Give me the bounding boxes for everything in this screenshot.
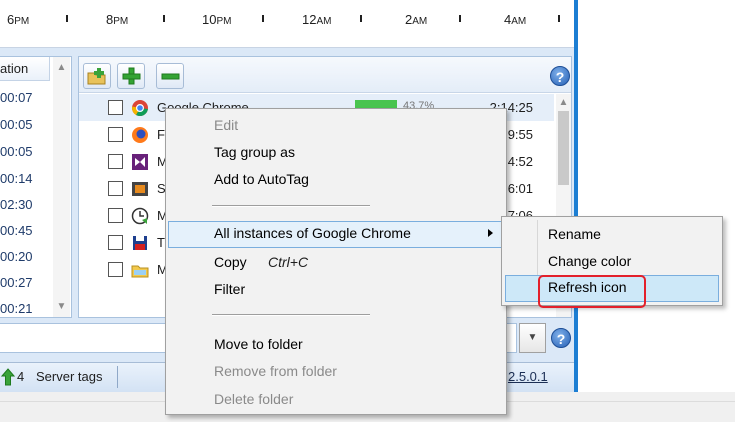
help-icon[interactable]: ?	[551, 328, 571, 348]
folder-add-icon	[87, 68, 106, 85]
menu-item-tag-group-as[interactable]: Tag group as	[168, 140, 504, 167]
menu-item-copy[interactable]: Copy Ctrl+C	[168, 250, 504, 277]
timeline-tick	[262, 15, 264, 22]
menu-item-label: Filter	[214, 281, 246, 297]
list-item[interactable]: 00:14	[0, 171, 50, 186]
timeline-label: 12AM	[302, 12, 332, 27]
app-name: F	[157, 127, 165, 142]
plus-icon	[122, 67, 141, 85]
menu-shortcut: Ctrl+C	[268, 254, 309, 270]
column-header-label: ation	[0, 61, 29, 76]
chrome-icon	[132, 100, 148, 117]
clock-icon	[131, 207, 149, 225]
timeline-tick	[459, 15, 461, 22]
menu-item-label: Add to AutoTag	[214, 171, 309, 187]
list-item[interactable]: 00:45	[0, 223, 50, 238]
row-checkbox[interactable]	[108, 262, 123, 277]
help-icon[interactable]: ?	[550, 66, 570, 86]
submenu-item-rename[interactable]: Rename	[505, 222, 719, 249]
chevron-down-icon: ▼	[527, 332, 538, 343]
folder-icon	[131, 265, 149, 278]
visual-studio-icon	[132, 154, 148, 170]
panel-toolbar: ?	[79, 57, 571, 93]
menu-item-label: Change color	[548, 253, 632, 269]
row-checkbox[interactable]	[108, 235, 123, 250]
menu-item-label: Tag group as	[214, 144, 295, 160]
highlight-annotation	[538, 275, 646, 308]
menu-separator	[212, 314, 370, 316]
divider	[117, 366, 118, 388]
window-border	[574, 0, 578, 392]
firefox-icon	[132, 127, 148, 143]
timeline-label: 4AM	[504, 12, 527, 27]
save-icon	[133, 236, 147, 250]
server-tag-count: 4	[17, 369, 25, 384]
arrow-up-icon	[1, 368, 15, 386]
timeline-tick	[66, 15, 68, 22]
timeline-label: 6PM	[7, 12, 30, 27]
submenu-item-change-color[interactable]: Change color	[505, 249, 719, 276]
app-icon	[132, 182, 148, 196]
list-item[interactable]: 00:05	[0, 144, 50, 159]
minus-icon	[161, 73, 180, 80]
menu-item-label: All instances of Google Chrome	[214, 225, 411, 241]
row-checkbox[interactable]	[108, 181, 123, 196]
background-window	[574, 0, 735, 422]
menu-item-label: Rename	[548, 226, 601, 242]
timeline-label: 8PM	[106, 12, 129, 27]
menu-item-label: Remove from folder	[214, 363, 337, 379]
scroll-up-icon[interactable]: ▲	[53, 59, 70, 76]
menu-item-all-instances[interactable]: All instances of Google Chrome	[168, 221, 504, 248]
timeline-label: 2AM	[405, 12, 428, 27]
version-link[interactable]: 2.5.0.1	[508, 369, 548, 384]
row-checkbox[interactable]	[108, 127, 123, 142]
remove-button[interactable]	[156, 63, 184, 89]
submenu-arrow-icon	[488, 229, 493, 237]
add-folder-button[interactable]	[83, 63, 111, 89]
list-item[interactable]: 02:30	[0, 197, 50, 212]
menu-separator	[212, 205, 370, 207]
timeline-tick	[558, 15, 560, 22]
menu-item-label: Move to folder	[214, 336, 303, 352]
scroll-down-icon[interactable]: ▼	[53, 298, 70, 315]
add-button[interactable]	[117, 63, 145, 89]
left-list[interactable]: ation 00:07 00:05 00:05 00:14 02:30 00:4…	[0, 56, 72, 318]
menu-item-label: Edit	[214, 117, 239, 133]
timeline-tick	[360, 15, 362, 22]
column-header-duration[interactable]: ation	[0, 57, 50, 81]
row-checkbox[interactable]	[108, 100, 123, 115]
scroll-thumb[interactable]	[558, 111, 569, 185]
menu-item-move-to-folder[interactable]: Move to folder	[168, 332, 504, 359]
timeline-tick	[163, 15, 165, 22]
menu-item-edit[interactable]: Edit	[168, 113, 504, 140]
context-menu: Edit Tag group as Add to AutoTag All ins…	[165, 108, 507, 415]
list-item[interactable]: 00:21	[0, 301, 50, 316]
timeline-label: 10PM	[202, 12, 232, 27]
scroll-up-icon[interactable]: ▲	[555, 94, 572, 111]
row-checkbox[interactable]	[108, 154, 123, 169]
row-checkbox[interactable]	[108, 208, 123, 223]
menu-item-add-to-autotag[interactable]: Add to AutoTag	[168, 167, 504, 194]
left-scrollbar[interactable]: ▲ ▼	[53, 57, 70, 317]
server-tags-link[interactable]: Server tags	[36, 369, 102, 384]
timeline[interactable]: 6PM 8PM 10PM 12AM 2AM 4AM	[0, 0, 574, 48]
app-name: T	[157, 235, 165, 250]
menu-item-label: Copy	[214, 254, 247, 270]
menu-item-label: Delete folder	[214, 391, 294, 407]
menu-item-filter[interactable]: Filter	[168, 277, 504, 304]
list-item[interactable]: 00:27	[0, 275, 50, 290]
menu-item-delete-folder[interactable]: Delete folder	[168, 387, 504, 414]
menu-item-remove-from-folder[interactable]: Remove from folder	[168, 359, 504, 386]
list-item[interactable]: 00:20	[0, 249, 50, 264]
list-item[interactable]: 00:05	[0, 117, 50, 132]
list-item[interactable]: 00:07	[0, 90, 50, 105]
filter-dropdown-button[interactable]: ▼	[519, 323, 546, 353]
